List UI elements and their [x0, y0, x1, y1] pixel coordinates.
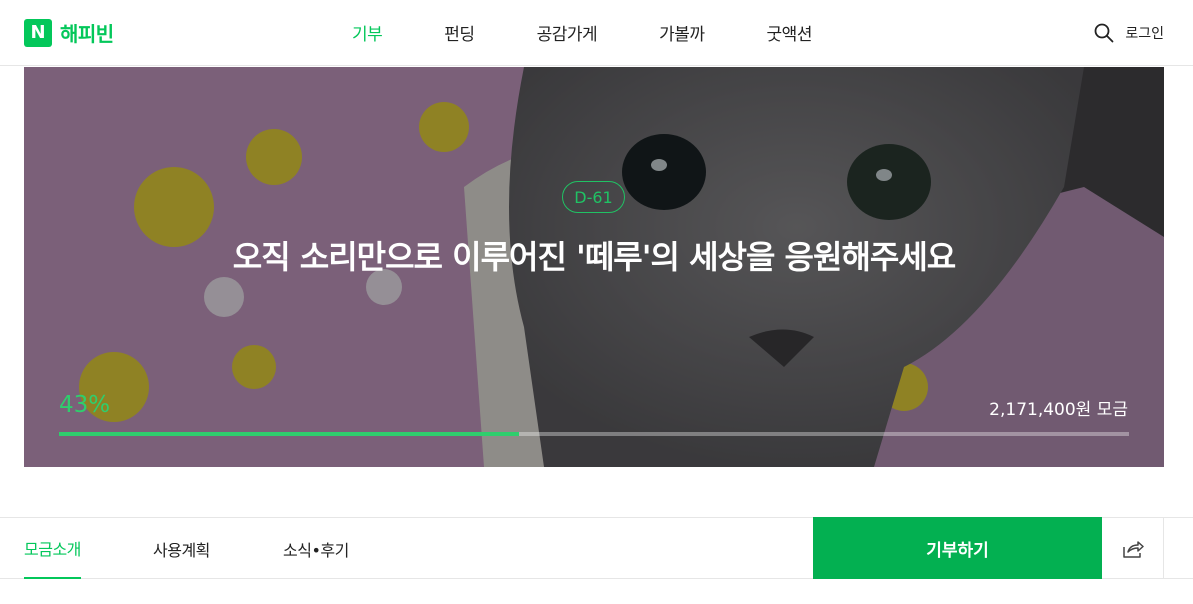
nav-funding[interactable]: 펀딩: [444, 20, 475, 45]
raised-amount: 2,171,400원 모금: [989, 400, 1128, 420]
tab-introduction[interactable]: 모금소개: [24, 518, 81, 579]
happybean-logo[interactable]: N 해피빈: [24, 18, 114, 47]
tab-news-reviews[interactable]: 소식•후기: [283, 518, 349, 579]
nav-donation[interactable]: 기부: [352, 20, 383, 45]
logo-badge: N: [24, 18, 52, 47]
donate-button[interactable]: 기부하기: [813, 517, 1102, 579]
campaign-hero: D-61 오직 소리만으로 이루어진 '떼루'의 세상을 응원해주세요 43% …: [24, 67, 1164, 467]
progress-fill: [59, 432, 520, 436]
nav-good-action[interactable]: 굿액션: [767, 20, 813, 45]
share-button[interactable]: [1102, 518, 1164, 579]
search-icon[interactable]: [1093, 22, 1115, 44]
header-right: 로그인: [1093, 22, 1164, 44]
progress-percent: 43%: [59, 392, 111, 418]
main-nav: 기부 펀딩 공감가게 가볼까 굿액션: [352, 20, 874, 45]
site-header: N 해피빈 기부 펀딩 공감가게 가볼까 굿액션 로그인: [0, 0, 1193, 66]
campaign-title: 오직 소리만으로 이루어진 '떼루'의 세상을 응원해주세요: [232, 238, 956, 276]
share-icon: [1122, 540, 1144, 558]
progress-bar: [59, 432, 1129, 436]
login-link[interactable]: 로그인: [1125, 23, 1164, 43]
campaign-tabbar: 모금소개 사용계획 소식•후기 기부하기: [0, 517, 1193, 579]
logo-text: 해피빈: [60, 22, 114, 46]
dday-badge: D-61: [562, 181, 625, 213]
nav-visit[interactable]: 가볼까: [659, 20, 705, 45]
tab-usage-plan[interactable]: 사용계획: [153, 518, 210, 579]
nav-store[interactable]: 공감가게: [537, 20, 598, 45]
